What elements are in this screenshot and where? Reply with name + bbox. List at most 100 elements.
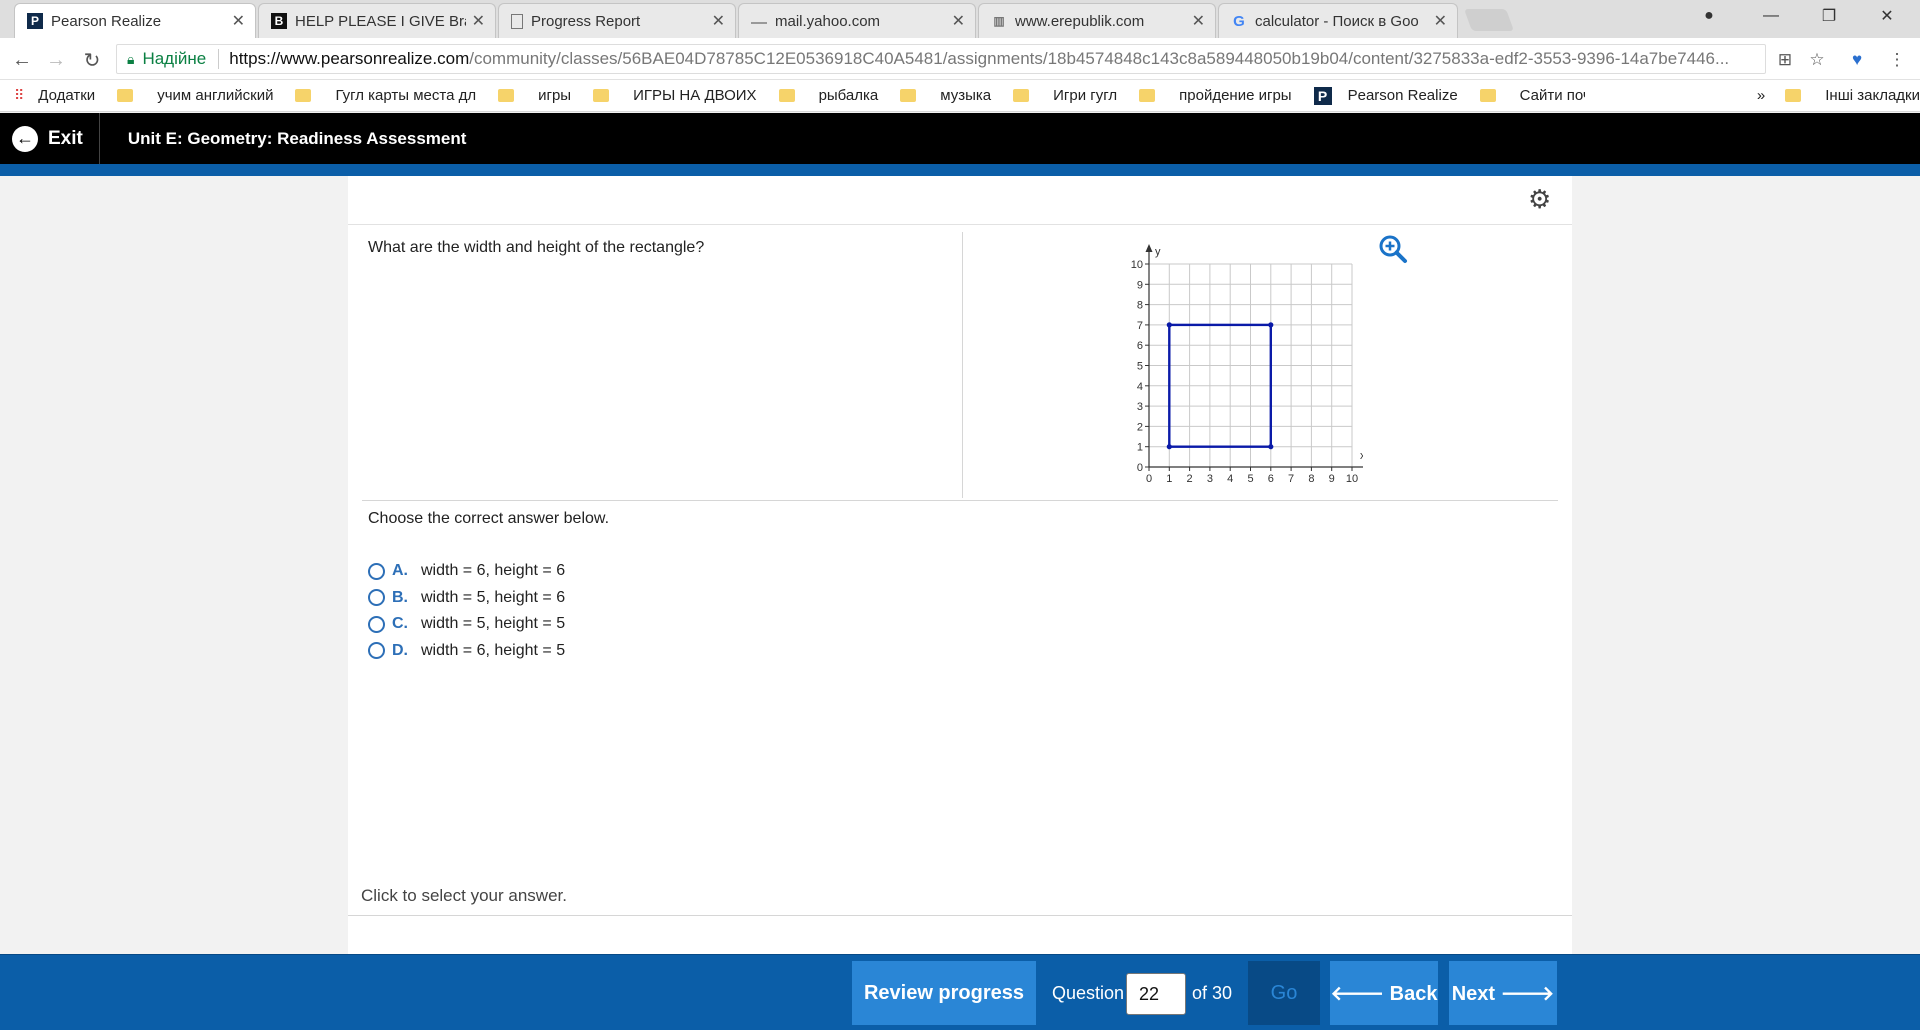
question-prompt: What are the width and height of the rec…: [368, 239, 705, 256]
y-tick-label: 8: [1137, 300, 1143, 312]
menu-dots-icon[interactable]: ⋮: [1885, 48, 1909, 72]
next-button[interactable]: Next 🡒: [1449, 961, 1557, 1025]
close-tab-icon[interactable]: ✕: [952, 11, 965, 31]
y-tick-label: 1: [1137, 442, 1143, 454]
close-tab-icon[interactable]: ✕: [1192, 11, 1205, 31]
reload-icon[interactable]: ↻: [78, 46, 106, 74]
url-host: https://www.pearsonrealize.com: [229, 49, 470, 68]
y-tick-label: 10: [1131, 259, 1143, 271]
secure-label: Надійне: [142, 49, 207, 68]
back-button[interactable]: 🡐 Back: [1330, 961, 1438, 1025]
tab-title: www.erepublik.com: [1015, 12, 1145, 30]
extension-heart-icon[interactable]: ♥: [1845, 48, 1869, 72]
divider: [348, 915, 1572, 916]
bookmarks-bar: ⠿ Додатки учим английский Гугл карты мес…: [0, 80, 1920, 112]
address-separator: [218, 49, 220, 69]
y-tick-label: 9: [1137, 279, 1143, 291]
folder-icon: [1139, 89, 1156, 102]
option-letter: B.: [392, 588, 408, 606]
bookmark-folder[interactable]: Сайти почта так дал: [1479, 87, 1585, 104]
forward-arrow-icon[interactable]: →: [42, 46, 70, 74]
tab-title: Pearson Realize: [51, 12, 162, 30]
bookmark-pearson[interactable]: P Pearson Realize: [1313, 86, 1458, 105]
bookmark-folder[interactable]: игры: [498, 87, 571, 104]
close-window-icon[interactable]: ✕: [1858, 0, 1916, 32]
tab-yahoo-mail[interactable]: mail.yahoo.com ✕: [738, 3, 976, 38]
x-tick-label: 8: [1308, 473, 1314, 485]
bookmark-label: рыбалка: [818, 87, 879, 104]
radio-button[interactable]: [368, 589, 385, 607]
go-button[interactable]: Go: [1248, 961, 1320, 1025]
lock-icon: 🔒︎: [127, 50, 135, 67]
gear-icon[interactable]: ⚙: [1528, 186, 1554, 212]
folder-icon: [1013, 89, 1030, 102]
google-favicon-icon: G: [1233, 12, 1245, 30]
bookmark-folder[interactable]: Игри гугл: [1013, 87, 1117, 104]
exit-arrow-icon: ←: [12, 125, 38, 152]
divider: [362, 500, 1558, 501]
profile-icon[interactable]: ●: [1680, 0, 1738, 32]
vertical-divider: [962, 232, 963, 498]
more-bookmarks-button[interactable]: »: [1757, 87, 1765, 104]
y-tick-label: 4: [1137, 381, 1143, 393]
tab-pearson-realize[interactable]: P Pearson Realize ✕: [14, 3, 256, 38]
bookmark-apps[interactable]: ⠿ Додатки: [14, 87, 95, 104]
close-tab-icon[interactable]: ✕: [472, 11, 485, 31]
folder-icon: [117, 89, 134, 102]
exit-button[interactable]: ← Exit: [0, 113, 100, 164]
close-tab-icon[interactable]: ✕: [712, 11, 725, 31]
zoom-in-icon[interactable]: [1378, 234, 1408, 264]
folder-icon: [1785, 89, 1802, 102]
url-path: /community/classes/56BAE04D78785C12E0536…: [469, 49, 1730, 68]
tab-progress-report[interactable]: Progress Report ✕: [498, 3, 736, 38]
exit-label: Exit: [48, 127, 83, 149]
divider: [348, 224, 1572, 225]
bookmark-label: пройдение игры: [1179, 87, 1292, 104]
back-arrow-icon[interactable]: ←: [8, 46, 36, 74]
bookmark-folder[interactable]: учим английский: [117, 87, 273, 104]
y-tick-label: 5: [1137, 361, 1143, 373]
tab-google-calculator[interactable]: G calculator - Поиск в Goo ✕: [1218, 3, 1458, 38]
minimize-icon[interactable]: —: [1742, 0, 1800, 32]
bookmark-folder[interactable]: рыбалка: [778, 87, 879, 104]
question-panel: ⚙ What are the width and height of the r…: [348, 176, 1572, 954]
bookmark-folder[interactable]: Гугл карты места дл: [295, 87, 476, 104]
option-b[interactable]: B. width = 5, height = 6: [368, 585, 565, 612]
bookmark-folder[interactable]: ИГРЫ НА ДВОИХ: [593, 87, 757, 104]
review-progress-button[interactable]: Review progress: [852, 961, 1036, 1025]
x-tick-label: 1: [1166, 473, 1172, 485]
new-tab-button[interactable]: [1463, 9, 1515, 31]
rectangle-vertex: [1166, 444, 1172, 450]
option-text: width = 6, height = 6: [421, 562, 566, 580]
other-bookmarks[interactable]: Інші закладки: [1785, 87, 1920, 104]
option-text: width = 5, height = 5: [421, 615, 566, 633]
bookmark-label: Гугл карты места дл: [335, 87, 477, 104]
translate-icon[interactable]: ⊞: [1773, 48, 1797, 72]
x-tick-label: 10: [1346, 473, 1358, 485]
x-tick-label: 3: [1207, 473, 1213, 485]
bookmark-folder[interactable]: пройдение игры: [1139, 87, 1292, 104]
radio-button[interactable]: [368, 615, 385, 633]
y-tick-label: 0: [1137, 462, 1143, 474]
x-tick-label: 0: [1146, 473, 1152, 485]
bookmark-folder[interactable]: музыка: [900, 87, 991, 104]
address-bar[interactable]: 🔒︎ Надійне https://www.pearsonrealize.co…: [116, 44, 1766, 74]
instruction-hint: Click to select your answer.: [361, 886, 567, 905]
x-tick-label: 5: [1247, 473, 1253, 485]
folder-icon: [1479, 89, 1496, 102]
radio-button[interactable]: [368, 562, 385, 580]
bookmark-label: игры: [538, 87, 572, 104]
tab-title: calculator - Поиск в Goo: [1255, 12, 1419, 30]
y-axis-arrow: [1145, 244, 1153, 252]
restore-icon[interactable]: ❐: [1800, 0, 1858, 32]
close-tab-icon[interactable]: ✕: [1434, 11, 1447, 31]
tab-brainly[interactable]: B HELP PLEASE I GIVE Brain ✕: [258, 3, 496, 38]
question-number-input[interactable]: 22: [1126, 973, 1186, 1015]
option-d[interactable]: D. width = 6, height = 5: [368, 638, 565, 665]
bookmark-star-icon[interactable]: ☆: [1805, 48, 1829, 72]
tab-erepublik[interactable]: ▥ www.erepublik.com ✕: [978, 3, 1216, 38]
close-tab-icon[interactable]: ✕: [232, 11, 245, 31]
option-a[interactable]: A. width = 6, height = 6: [368, 558, 565, 585]
option-c[interactable]: C. width = 5, height = 5: [368, 611, 565, 638]
radio-button[interactable]: [368, 642, 385, 660]
